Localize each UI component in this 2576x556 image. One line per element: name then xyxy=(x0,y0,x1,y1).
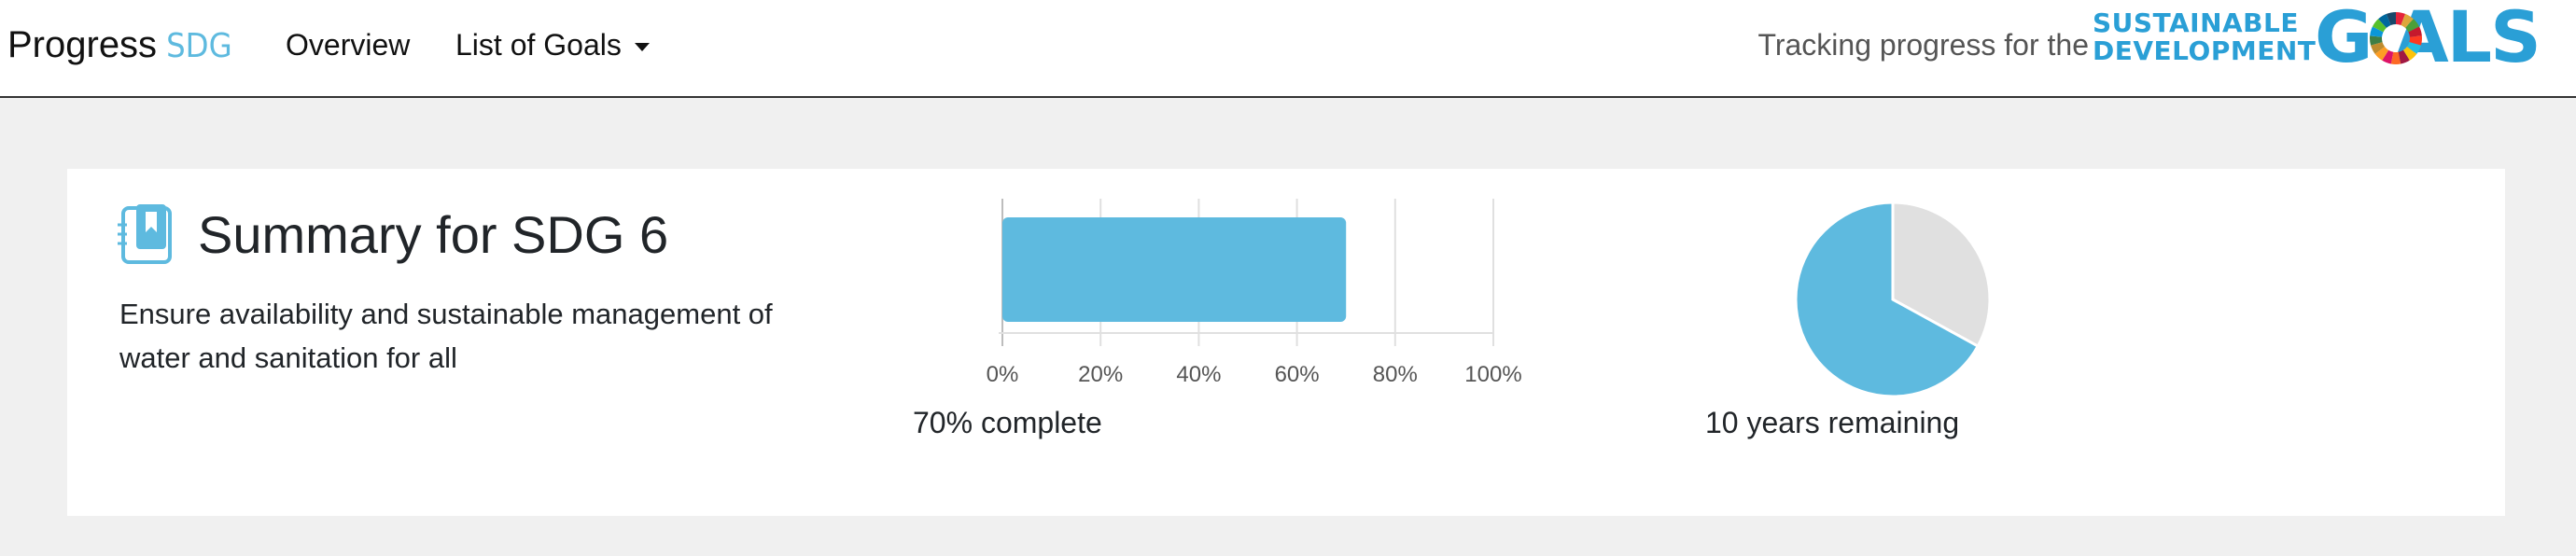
navbar: Progress SDG Overview List of Goals Trac… xyxy=(0,0,2576,98)
chevron-down-icon xyxy=(634,43,650,52)
sdg-logo-line2: DEVELOPMENT xyxy=(2093,35,2317,66)
progress-bar xyxy=(1002,217,1347,322)
nav-overview-label: Overview xyxy=(286,28,411,62)
nav-list-of-goals-label: List of Goals xyxy=(455,28,622,62)
notebook-icon xyxy=(118,204,172,264)
summary-header: Summary for SDG 6 xyxy=(118,202,668,268)
sdg-logo-line1: SUSTAINABLE xyxy=(2093,7,2299,38)
x-tick-label: 100% xyxy=(1464,362,1521,387)
nav-overview[interactable]: Overview xyxy=(286,17,410,73)
page-title: Summary for SDG 6 xyxy=(198,205,669,264)
x-tick-label: 20% xyxy=(1078,362,1123,387)
sdg-wheel-icon xyxy=(2370,12,2422,64)
brand-logo[interactable]: Progress SDG xyxy=(7,17,232,73)
nav-list-of-goals-dropdown[interactable]: List of Goals xyxy=(455,17,650,73)
x-tick-label: 40% xyxy=(1176,362,1221,387)
remaining-caption: 10 years remaining xyxy=(1705,406,1960,439)
goal-description: Ensure availability and sustainable mana… xyxy=(119,298,773,374)
remaining-pie-chart xyxy=(1794,201,1992,398)
x-tick-label: 0% xyxy=(987,362,1019,387)
tracking-text: Tracking progress for the xyxy=(1757,28,2089,62)
summary-card: Summary for SDG 6 Ensure availability an… xyxy=(67,169,2505,516)
sdg-logo-text: SUSTAINABLE DEVELOPMENT xyxy=(2093,9,2316,65)
x-tick-label: 60% xyxy=(1275,362,1320,387)
brand-accent: SDG xyxy=(166,27,232,65)
sdg-logo-goals: G ALS xyxy=(2315,0,2541,78)
brand-name: Progress xyxy=(7,24,158,65)
x-tick-label: 80% xyxy=(1373,362,1418,387)
progress-caption: 70% complete xyxy=(913,406,1102,439)
progress-bar-chart: 0% 20% 40% 60% 80% 100% xyxy=(987,199,1522,387)
